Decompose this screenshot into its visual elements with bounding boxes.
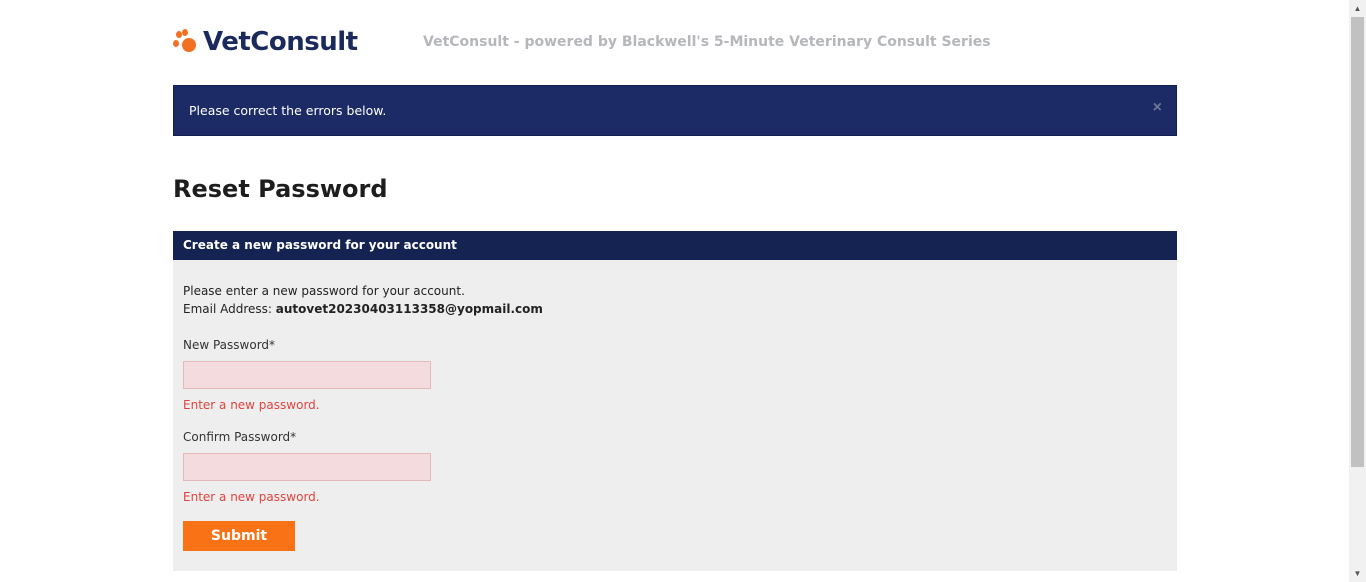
site-tagline: VetConsult - powered by Blackwell's 5-Mi… bbox=[423, 34, 991, 50]
submit-button[interactable]: Submit bbox=[183, 521, 295, 551]
intro-line: Please enter a new password for your acc… bbox=[183, 284, 465, 298]
email-label: Email Address: bbox=[183, 302, 272, 316]
alert-message: Please correct the errors below. bbox=[189, 103, 387, 118]
confirm-password-label: Confirm Password* bbox=[183, 430, 297, 444]
scroll-down-icon[interactable]: ▼ bbox=[1349, 565, 1366, 582]
site-header: VetConsult VetConsult - powered by Black… bbox=[173, 22, 1177, 62]
paw-logo-icon bbox=[173, 29, 199, 55]
new-password-label: New Password* bbox=[183, 338, 276, 352]
confirm-password-input[interactable] bbox=[183, 453, 431, 481]
new-password-input[interactable] bbox=[183, 361, 431, 389]
close-icon[interactable]: × bbox=[1153, 99, 1162, 117]
vetconsult-logo[interactable]: VetConsult bbox=[173, 25, 358, 59]
page-title: Reset Password bbox=[173, 175, 388, 203]
scrollbar-thumb[interactable] bbox=[1351, 17, 1364, 467]
confirm-password-error: Enter a new password. bbox=[183, 490, 320, 504]
email-line: Email Address: autovet20230403113358@yop… bbox=[183, 300, 543, 318]
error-alert-banner: Please correct the errors below. × bbox=[173, 85, 1177, 136]
logo-text: VetConsult bbox=[203, 27, 358, 57]
reset-password-form: Please enter a new password for your acc… bbox=[173, 260, 1177, 571]
vertical-scrollbar[interactable]: ▲ ▼ bbox=[1349, 0, 1366, 582]
panel-heading: Create a new password for your account bbox=[183, 238, 457, 252]
scroll-up-icon[interactable]: ▲ bbox=[1349, 0, 1366, 17]
new-password-error: Enter a new password. bbox=[183, 398, 320, 412]
email-value: autovet20230403113358@yopmail.com bbox=[275, 302, 543, 316]
intro-text: Please enter a new password for your acc… bbox=[183, 282, 543, 318]
panel-header: Create a new password for your account bbox=[173, 231, 1177, 260]
